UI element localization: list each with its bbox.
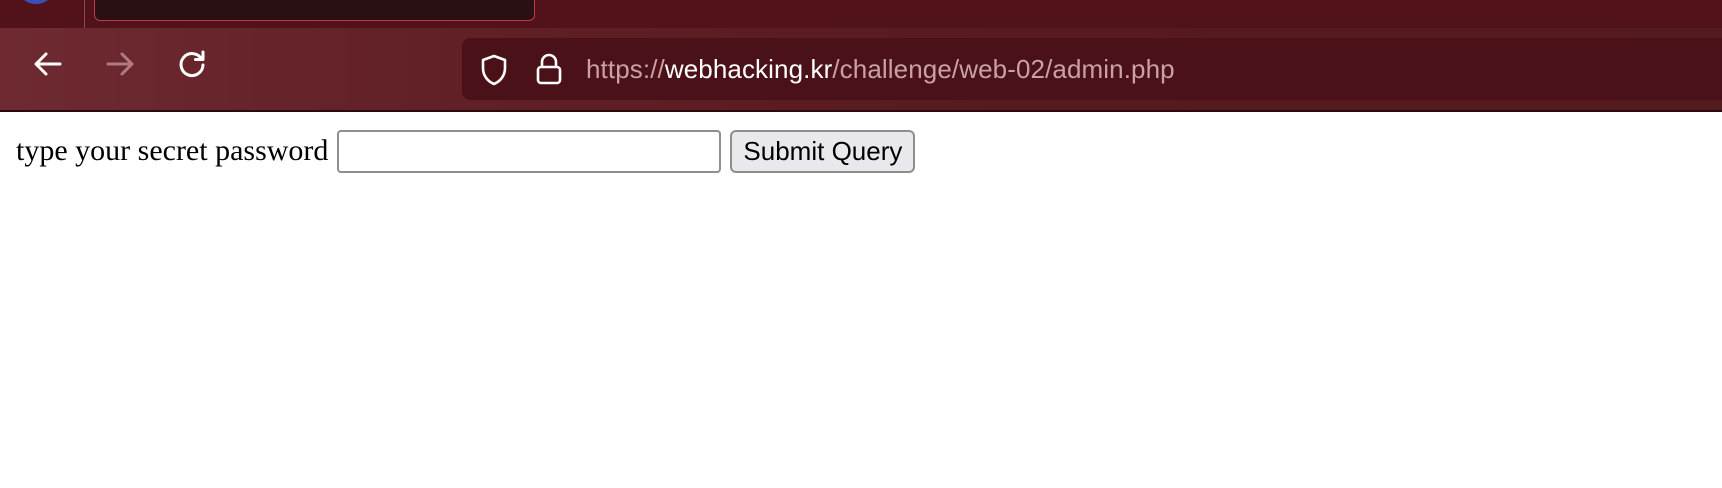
- browser-profile-icon[interactable]: [22, 0, 50, 4]
- lock-icon[interactable]: [535, 52, 563, 86]
- tab-strip: [0, 0, 1722, 28]
- tab-divider: [84, 0, 85, 28]
- url-host: webhacking.kr: [664, 54, 833, 84]
- url-path: /challenge/web-02/admin.php: [832, 54, 1175, 84]
- url-bar[interactable]: https://webhacking.kr/challenge/web-02/a…: [462, 38, 1722, 100]
- reload-button[interactable]: [170, 42, 214, 86]
- navigation-toolbar: https://webhacking.kr/challenge/web-02/a…: [0, 28, 1722, 112]
- password-prompt: type your secret password: [16, 134, 329, 167]
- submit-button[interactable]: Submit Query: [730, 129, 916, 173]
- active-tab[interactable]: [94, 0, 535, 21]
- page-content: type your secret password Submit Query: [0, 114, 1722, 488]
- url-text[interactable]: https://webhacking.kr/challenge/web-02/a…: [586, 38, 1175, 100]
- url-scheme: https://: [586, 54, 665, 84]
- forward-button[interactable]: [98, 42, 142, 86]
- back-button[interactable]: [26, 42, 70, 86]
- password-form: type your secret password Submit Query: [16, 128, 916, 174]
- reload-icon: [179, 50, 205, 78]
- password-input[interactable]: [337, 129, 722, 173]
- arrow-right-icon: [106, 52, 134, 76]
- shield-icon[interactable]: [480, 54, 508, 86]
- arrow-left-icon: [34, 52, 62, 76]
